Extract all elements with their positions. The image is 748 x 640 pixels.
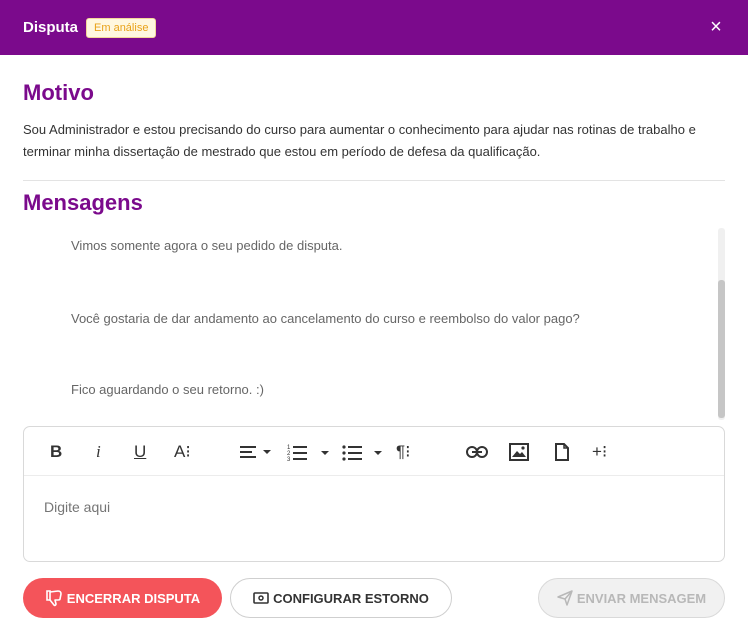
message-editor: B i U A⁝ 1 2 3 ¶⁝ +⁝ Digite aqui [23,426,725,562]
money-icon [253,592,269,604]
send-message-button[interactable]: ENVIAR MENSAGEM [538,578,725,618]
insert-more-icon[interactable]: +⁝ [592,441,607,463]
font-size-icon[interactable]: A⁝ [174,441,191,463]
send-icon [557,590,573,606]
close-dispute-button[interactable]: ENCERRAR DISPUTA [23,578,222,618]
motivo-text: Sou Administrador e estou precisando do … [23,122,696,159]
message-item: Vimos somente agora o seu pedido de disp… [71,238,343,253]
message-input[interactable] [44,499,704,515]
file-icon[interactable] [554,441,570,463]
modal-header: Disputa Em análise × [0,0,748,55]
messages-scrollbar[interactable] [718,228,725,420]
configure-refund-button[interactable]: CONFIGURAR ESTORNO [230,578,452,618]
editor-toolbar: B i U A⁝ 1 2 3 ¶⁝ +⁝ [24,427,724,476]
thumbs-down-icon [45,589,63,607]
divider [23,180,725,181]
svg-text:3: 3 [287,457,291,461]
underline-icon[interactable]: U [134,441,146,463]
ordered-list-icon[interactable]: 1 2 3 [287,441,331,463]
send-message-label: ENVIAR MENSAGEM [576,590,707,606]
close-dispute-label: ENCERRAR DISPUTA [66,590,201,606]
status-badge: Em análise [86,17,157,38]
mensagens-title: Mensagens [23,190,143,215]
paragraph-format-icon[interactable]: ¶⁝ [396,441,411,463]
close-icon[interactable]: × [706,17,726,37]
message-item: Fico aguardando o seu retorno. :) [71,382,264,397]
configure-refund-label: CONFIGURAR ESTORNO [273,590,429,606]
motivo-title: Motivo [23,80,94,105]
image-icon[interactable] [509,441,529,463]
italic-icon[interactable]: i [96,441,101,463]
scrollbar-thumb[interactable] [718,280,725,418]
link-icon[interactable] [466,441,488,463]
modal-title: Disputa [23,19,79,36]
bold-icon[interactable]: B [50,441,62,463]
messages-list[interactable]: Vimos somente agora o seu pedido de disp… [23,228,725,420]
unordered-list-icon[interactable] [342,441,386,463]
align-icon[interactable] [240,441,272,463]
message-item: Você gostaria de dar andamento ao cancel… [71,311,580,326]
